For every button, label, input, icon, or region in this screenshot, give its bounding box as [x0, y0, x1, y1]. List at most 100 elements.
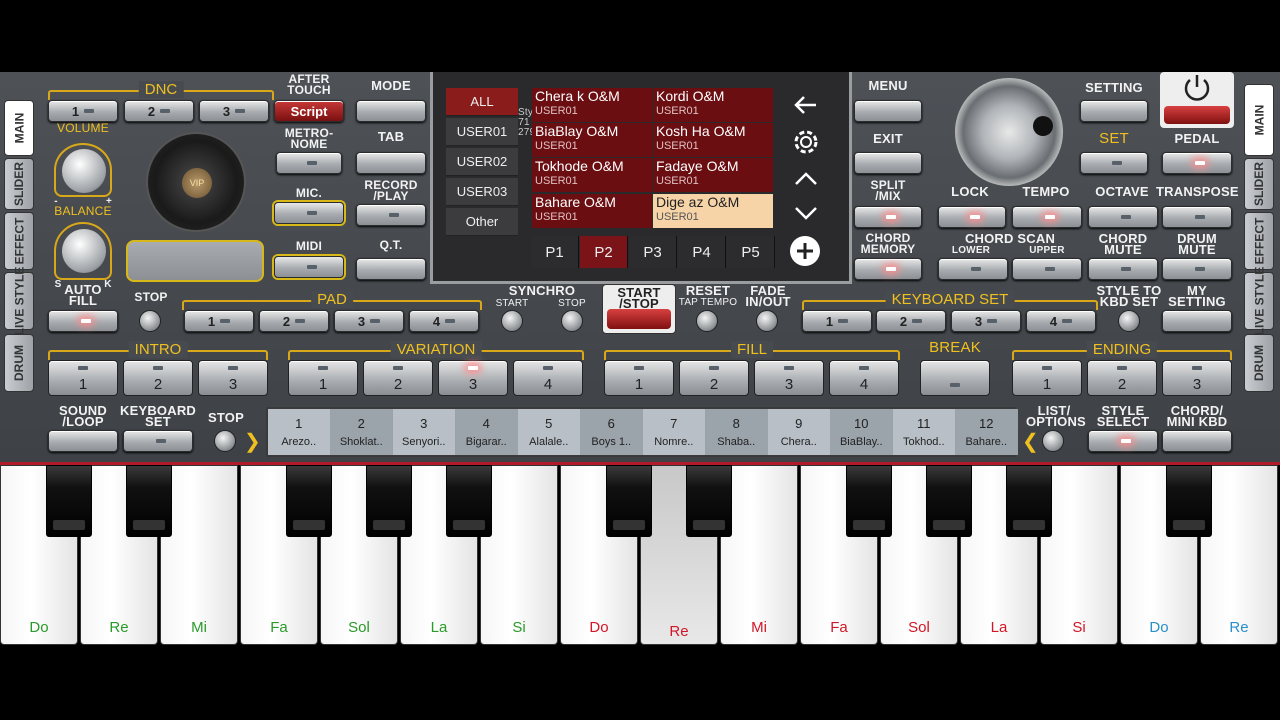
tab-drum-right[interactable]: DRUM	[1244, 334, 1274, 392]
style-cell[interactable]: Chera k O&M USER01	[532, 88, 652, 122]
style-slot[interactable]: 11 Tokhod..	[893, 409, 956, 455]
metronome-button[interactable]	[276, 152, 342, 174]
style-cell[interactable]: Kosh Ha O&M USER01	[653, 123, 773, 157]
ending-1-button[interactable]: 1	[1012, 360, 1082, 396]
page-tab-p1[interactable]: P1	[531, 236, 579, 268]
style-slot[interactable]: 6 Boys 1..	[580, 409, 643, 455]
pad-4-button[interactable]: 4	[409, 310, 479, 332]
qt-button[interactable]	[356, 258, 426, 280]
chord-scan-upper-button[interactable]	[1012, 258, 1082, 280]
chevron-left-icon[interactable]: ❮	[1022, 432, 1039, 452]
style-slot[interactable]: 2 Shoklat..	[330, 409, 393, 455]
piano-black-key[interactable]	[846, 465, 892, 537]
style-slot[interactable]: 7 Nomre..	[643, 409, 706, 455]
reset-knob[interactable]	[696, 310, 718, 332]
gear-icon[interactable]	[788, 124, 824, 160]
style-slot[interactable]: 4 Bigarar..	[455, 409, 518, 455]
exit-button[interactable]	[854, 152, 922, 174]
style-slot[interactable]: 9 Chera..	[768, 409, 831, 455]
page-tab-p5[interactable]: P5	[727, 236, 775, 268]
lock-button[interactable]	[938, 206, 1006, 228]
fill-2-button[interactable]: 2	[679, 360, 749, 396]
add-icon[interactable]	[790, 236, 820, 266]
dnc-1-button[interactable]: 1	[48, 100, 118, 122]
chord-scan-lower-button[interactable]	[938, 258, 1008, 280]
category-all[interactable]: ALL	[446, 88, 518, 116]
fade-knob[interactable]	[756, 310, 778, 332]
pedal-button[interactable]	[1162, 152, 1232, 174]
piano-black-key[interactable]	[366, 465, 412, 537]
tab-main-right[interactable]: MAIN	[1244, 84, 1274, 156]
tab-live-style-left[interactable]: LIVE STYLE	[4, 267, 34, 335]
set-button[interactable]	[1080, 152, 1148, 174]
piano-black-key[interactable]	[46, 465, 92, 537]
chord-memory-button[interactable]	[854, 258, 922, 280]
piano-black-key[interactable]	[1166, 465, 1212, 537]
record-play-button[interactable]	[356, 204, 426, 226]
pad-3-button[interactable]: 3	[334, 310, 404, 332]
mic-button[interactable]	[274, 202, 344, 224]
chevron-up-icon[interactable]	[792, 166, 820, 190]
category-user01[interactable]: USER01	[446, 118, 518, 146]
list-options-knob[interactable]	[1042, 430, 1064, 452]
style-cell-selected[interactable]: Dige az O&M USER01	[653, 194, 773, 228]
drum-mute-button[interactable]	[1162, 258, 1232, 280]
kbd-set-3-button[interactable]: 3	[951, 310, 1021, 332]
midi-button[interactable]	[274, 256, 344, 278]
category-user03[interactable]: USER03	[446, 178, 518, 206]
ending-2-button[interactable]: 2	[1087, 360, 1157, 396]
style-cell[interactable]: Kordi O&M USER01	[653, 88, 773, 122]
tempo-dial[interactable]	[955, 78, 1063, 186]
tab-slider-right[interactable]: SLIDER	[1244, 158, 1274, 210]
page-tab-p3[interactable]: P3	[629, 236, 677, 268]
tempo-button[interactable]	[1012, 206, 1082, 228]
octave-button[interactable]	[1088, 206, 1158, 228]
menu-button[interactable]	[854, 100, 922, 122]
category-user02[interactable]: USER02	[446, 148, 518, 176]
style-slot[interactable]: 5 Alalale..	[518, 409, 581, 455]
kbd-set-1-button[interactable]: 1	[802, 310, 872, 332]
vip-disc[interactable]: VIP	[146, 132, 246, 232]
kbd-set-2-button[interactable]: 2	[876, 310, 946, 332]
tab-live-style-right[interactable]: LIVE STYLE	[1244, 267, 1274, 335]
back-arrow-icon[interactable]	[790, 90, 822, 120]
tab-button[interactable]	[356, 152, 426, 174]
page-tab-p4[interactable]: P4	[678, 236, 726, 268]
intro-2-button[interactable]: 2	[123, 360, 193, 396]
piano-black-key[interactable]	[286, 465, 332, 537]
start-stop-button[interactable]: START /STOP	[602, 284, 676, 334]
pad-stop-knob[interactable]	[139, 310, 161, 332]
style-slot[interactable]: 10 BiaBlay..	[830, 409, 893, 455]
pad-2-button[interactable]: 2	[259, 310, 329, 332]
tab-effect-left[interactable]: EFFECT	[4, 212, 34, 270]
setting-button[interactable]	[1080, 100, 1148, 122]
dnc-2-button[interactable]: 2	[124, 100, 194, 122]
variation-2-button[interactable]: 2	[363, 360, 433, 396]
style-select-button[interactable]	[1088, 430, 1158, 452]
style-slot[interactable]: 8 Shaba..	[705, 409, 768, 455]
category-other[interactable]: Other	[446, 208, 518, 236]
synchro-start-knob[interactable]	[501, 310, 523, 332]
keyboard-set-button[interactable]	[123, 430, 193, 452]
variation-3-button[interactable]: 3	[438, 360, 508, 396]
synchro-stop-knob[interactable]	[561, 310, 583, 332]
my-setting-button[interactable]	[1162, 310, 1232, 332]
mode-button[interactable]	[356, 100, 426, 122]
dnc-3-button[interactable]: 3	[199, 100, 269, 122]
chevron-right-icon[interactable]: ❯	[244, 432, 261, 452]
intro-1-button[interactable]: 1	[48, 360, 118, 396]
fill-4-button[interactable]: 4	[829, 360, 899, 396]
tab-main-left[interactable]: MAIN	[4, 100, 34, 156]
split-mix-button[interactable]	[854, 206, 922, 228]
auto-fill-button[interactable]	[48, 310, 118, 332]
intro-3-button[interactable]: 3	[198, 360, 268, 396]
sound-loop-button[interactable]	[48, 430, 118, 452]
transpose-button[interactable]	[1162, 206, 1232, 228]
style-slot[interactable]: 12 Bahare..	[955, 409, 1018, 455]
break-button[interactable]	[920, 360, 990, 396]
variation-4-button[interactable]: 4	[513, 360, 583, 396]
fill-1-button[interactable]: 1	[604, 360, 674, 396]
chevron-down-icon[interactable]	[792, 200, 820, 224]
style-slot[interactable]: 1 Arezo..	[268, 409, 331, 455]
style-stop-knob[interactable]	[214, 430, 236, 452]
